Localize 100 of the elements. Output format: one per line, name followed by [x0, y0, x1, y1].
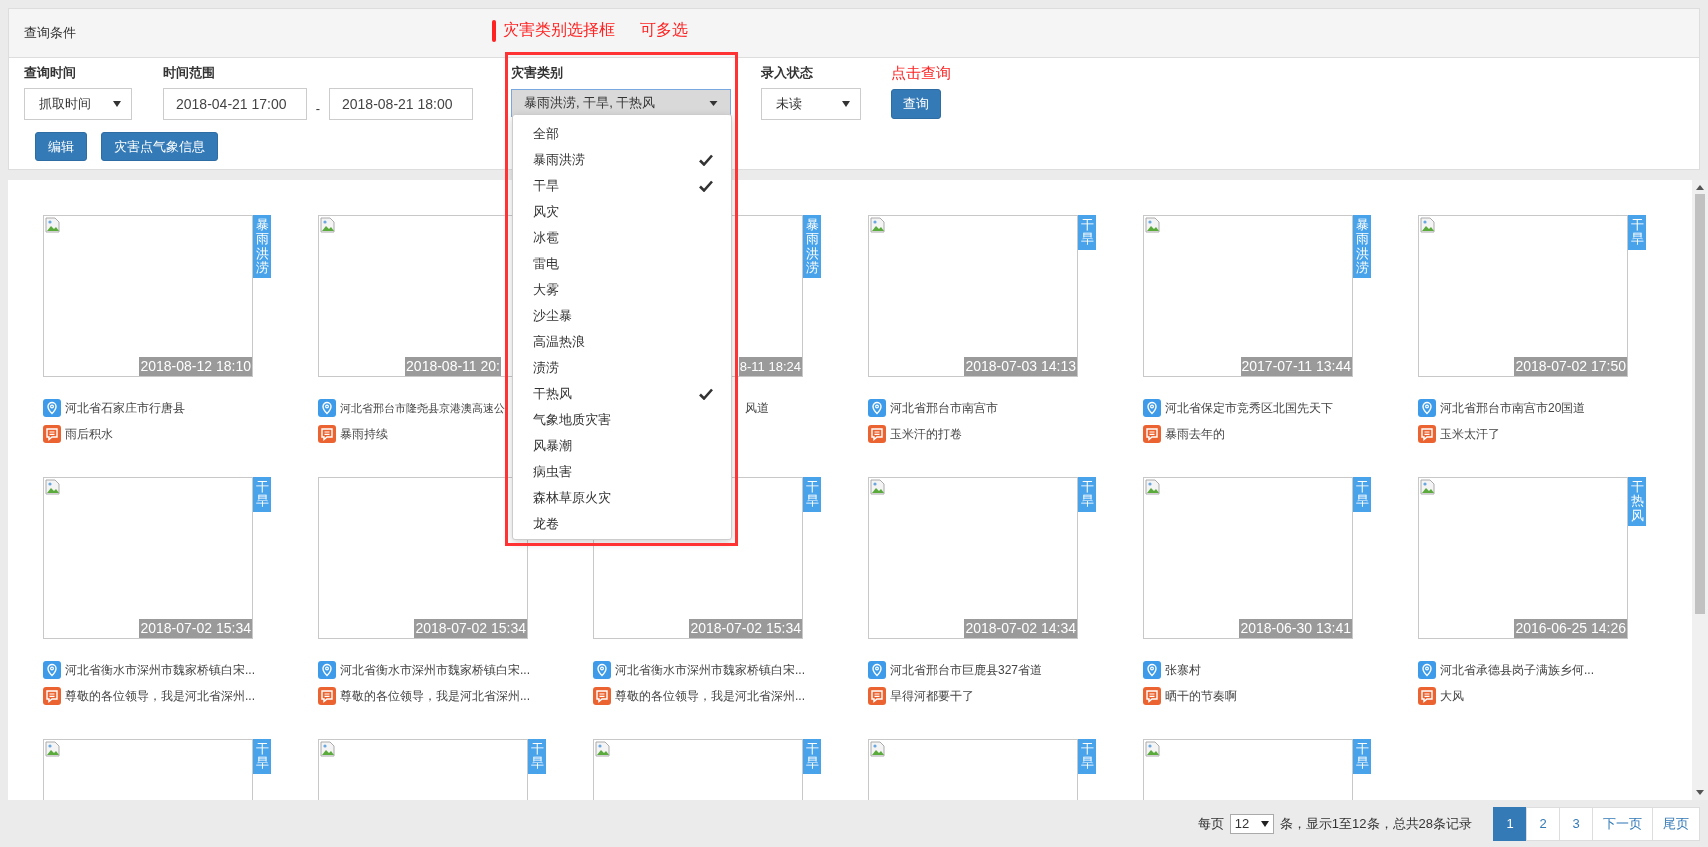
date-field[interactable]: 2018-04-21 17:00 — [163, 88, 307, 120]
category-option[interactable]: 气象地质灾害 — [513, 407, 731, 433]
location-pin-icon — [1418, 399, 1436, 417]
page-size-select[interactable]: 12 — [1229, 813, 1274, 834]
comment-icon — [868, 425, 886, 443]
location-pin-icon — [1143, 661, 1161, 679]
description-text: 玉米汗的打卷 — [890, 425, 962, 443]
category-tag: 暴雨洪涝 — [1353, 215, 1371, 279]
timestamp: 2018-07-02 15:34 — [139, 619, 252, 638]
field-label: 录入状态 — [761, 64, 814, 82]
category-option[interactable]: 冰雹 — [513, 225, 731, 251]
page-size-label: 每页 — [1197, 814, 1224, 833]
category-option[interactable]: 渍涝 — [513, 355, 731, 381]
comment-icon — [1418, 425, 1436, 443]
broken-image-icon — [870, 741, 886, 757]
category-option[interactable]: 森林草原火灾 — [513, 485, 731, 511]
category-tag: 干旱 — [253, 477, 271, 512]
location-text: 河北省邢台市巨鹿县327省道 — [890, 661, 1043, 679]
category-tag: 干旱 — [253, 739, 271, 774]
scrollbar[interactable] — [1692, 180, 1708, 800]
broken-image-icon — [320, 217, 336, 233]
action-button[interactable]: 编辑 — [35, 132, 87, 161]
timestamp: 2018-07-02 14:34 — [964, 619, 1077, 638]
category-option[interactable]: 病虫害 — [513, 459, 731, 485]
location-pin-icon — [868, 661, 886, 679]
category-option[interactable]: 全部 — [513, 121, 731, 147]
scroll-up-icon[interactable] — [1696, 185, 1704, 190]
comment-icon — [1143, 687, 1161, 705]
location-pin-icon — [318, 399, 336, 417]
location-pin-icon — [868, 399, 886, 417]
check-icon — [699, 388, 713, 400]
category-tag: 暴雨洪涝 — [803, 215, 821, 279]
action-button[interactable]: 灾害点气象信息 — [101, 132, 218, 161]
page-button[interactable]: 尾页 — [1652, 806, 1700, 841]
description-text: 大风 — [1440, 687, 1464, 705]
date-field[interactable]: 2018-08-21 18:00 — [329, 88, 473, 120]
caret-icon — [709, 100, 718, 106]
category-tag: 干旱 — [1353, 477, 1371, 512]
check-icon — [699, 154, 713, 166]
category-tag: 干旱 — [1078, 215, 1096, 250]
page-button[interactable]: 1 — [1493, 806, 1527, 841]
location-text: 河北省衡水市深州市魏家桥镇白宋... — [65, 661, 255, 679]
comment-icon — [1418, 687, 1436, 705]
annotation-text: 点击查询 — [891, 64, 951, 82]
timestamp: 2018-07-02 15:34 — [414, 619, 527, 638]
panel-title: 查询条件 — [24, 24, 76, 42]
category-option[interactable]: 风暴潮 — [513, 433, 731, 459]
comment-icon — [43, 687, 61, 705]
comment-icon — [318, 687, 336, 705]
description-text: 旱得河都要干了 — [890, 687, 974, 705]
timestamp: 2018-07-02 15:34 — [689, 619, 802, 638]
category-tag: 干旱 — [1353, 739, 1371, 774]
page-button[interactable]: 下一页 — [1592, 806, 1653, 841]
location-text: 河北省衡水市深州市魏家桥镇白宋... — [615, 661, 805, 679]
location-text: 河北省衡水市深州市魏家桥镇白宋... — [340, 661, 530, 679]
page-button[interactable]: 2 — [1526, 806, 1560, 841]
category-option[interactable]: 干旱 — [513, 173, 731, 199]
description-text: 尊敬的各位领导，我是河北省深州... — [340, 687, 530, 705]
category-option[interactable]: 雷电 — [513, 251, 731, 277]
broken-image-icon — [870, 217, 886, 233]
comment-icon — [868, 687, 886, 705]
annotation-text: 灾害类别选择框 — [503, 20, 615, 40]
category-option[interactable]: 沙尘暴 — [513, 303, 731, 329]
query-button[interactable]: 查询 — [891, 89, 941, 119]
timestamp: 2017-07-11 13:44 — [1240, 357, 1352, 376]
field-label: 时间范围 — [163, 64, 216, 82]
timestamp: 2018-07-03 14:13 — [964, 357, 1077, 376]
description-text: 玉米太汗了 — [1440, 425, 1500, 443]
timestamp: 2018-08-12 18:10 — [139, 357, 252, 376]
category-tag: 干旱 — [1078, 477, 1096, 512]
location-text: 河北省承德县岗子满族乡何... — [1440, 661, 1594, 679]
scroll-down-icon[interactable] — [1696, 790, 1704, 795]
check-icon — [699, 180, 713, 192]
category-tag: 暴雨洪涝 — [253, 215, 271, 279]
description-text: 雨后积水 — [65, 425, 113, 443]
location-pin-icon — [1143, 399, 1161, 417]
timestamp: 2018-07-02 17:50 — [1514, 357, 1627, 376]
broken-image-icon — [320, 741, 336, 757]
caret-icon — [842, 101, 850, 107]
category-option[interactable]: 干热风 — [513, 381, 731, 407]
status-select[interactable]: 未读 — [761, 88, 861, 120]
caret-icon — [1260, 820, 1269, 827]
timestamp: 2016-06-25 14:26 — [1514, 619, 1627, 638]
category-option[interactable]: 风灾 — [513, 199, 731, 225]
comment-icon — [593, 687, 611, 705]
location-text: 河北省邢台市南宫市 — [890, 399, 998, 417]
description-text: 暴雨持续 — [340, 425, 388, 443]
location-pin-icon — [318, 661, 336, 679]
time-field-select[interactable]: 抓取时间 — [24, 88, 132, 120]
broken-image-icon — [1420, 217, 1436, 233]
category-option[interactable]: 龙卷 — [513, 511, 731, 537]
category-select[interactable]: 暴雨洪涝, 干旱, 干热风 — [511, 89, 731, 117]
category-option[interactable]: 高温热浪 — [513, 329, 731, 355]
location-pin-icon — [593, 661, 611, 679]
page-button[interactable]: 3 — [1559, 806, 1593, 841]
category-tag: 干热风 — [1628, 477, 1646, 526]
category-option[interactable]: 暴雨洪涝 — [513, 147, 731, 173]
field-label: 灾害类别 — [511, 64, 564, 82]
category-option[interactable]: 大雾 — [513, 277, 731, 303]
description-text: 尊敬的各位领导，我是河北省深州... — [615, 687, 805, 705]
